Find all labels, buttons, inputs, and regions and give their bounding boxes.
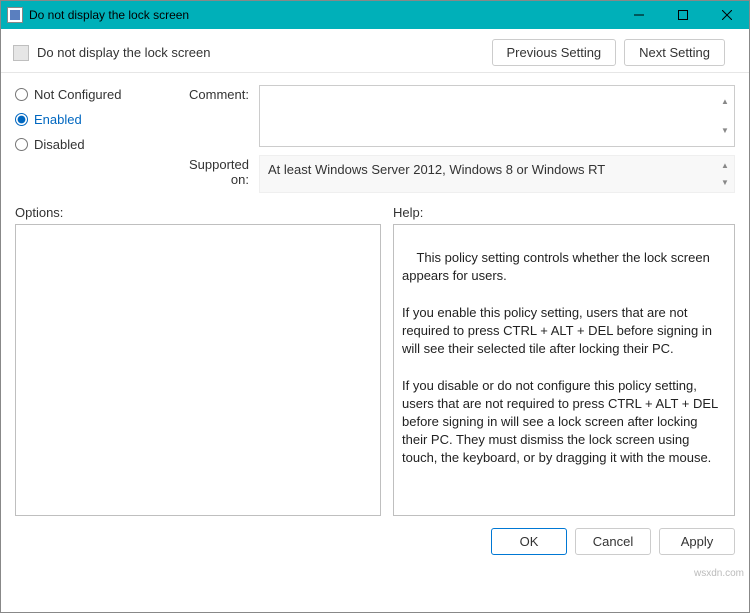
options-label: Options: <box>15 205 393 220</box>
help-text: This policy setting controls whether the… <box>402 250 721 465</box>
radio-label: Enabled <box>34 112 82 127</box>
radio-enabled[interactable]: Enabled <box>15 112 155 127</box>
radio-label: Not Configured <box>34 87 121 102</box>
radio-enabled-input[interactable] <box>15 113 28 126</box>
policy-icon <box>13 45 29 61</box>
close-button[interactable] <box>705 1 749 29</box>
options-pane[interactable] <box>15 224 381 516</box>
chevron-down-icon: ▼ <box>717 174 733 191</box>
comment-textarea[interactable]: ▲▼ <box>259 85 735 147</box>
radio-disabled[interactable]: Disabled <box>15 137 155 152</box>
chevron-up-icon: ▲ <box>717 87 733 116</box>
chevron-up-icon: ▲ <box>717 157 733 174</box>
radio-not-configured[interactable]: Not Configured <box>15 87 155 102</box>
help-label: Help: <box>393 205 735 220</box>
window-title: Do not display the lock screen <box>29 8 617 22</box>
previous-setting-button[interactable]: Previous Setting <box>492 39 617 66</box>
cancel-button[interactable]: Cancel <box>575 528 651 555</box>
supported-on-label: Supported on: <box>169 155 249 187</box>
radio-disabled-input[interactable] <box>15 138 28 151</box>
radio-label: Disabled <box>34 137 85 152</box>
app-icon <box>7 7 23 23</box>
watermark: wsxdn.com <box>694 568 744 579</box>
window-controls <box>617 1 749 29</box>
supported-on-value: At least Windows Server 2012, Windows 8 … <box>268 162 605 177</box>
comment-scroll[interactable]: ▲▼ <box>717 87 733 145</box>
supported-scroll[interactable]: ▲▼ <box>717 157 733 191</box>
titlebar: Do not display the lock screen <box>1 1 749 29</box>
next-setting-button[interactable]: Next Setting <box>624 39 725 66</box>
supported-on-value-box: At least Windows Server 2012, Windows 8 … <box>259 155 735 193</box>
chevron-down-icon: ▼ <box>717 116 733 145</box>
comment-label: Comment: <box>169 85 249 102</box>
ok-button[interactable]: OK <box>491 528 567 555</box>
help-pane[interactable]: This policy setting controls whether the… <box>393 224 735 516</box>
radio-not-configured-input[interactable] <box>15 88 28 101</box>
maximize-button[interactable] <box>661 1 705 29</box>
minimize-button[interactable] <box>617 1 661 29</box>
dialog-header: Do not display the lock screen Previous … <box>1 29 749 73</box>
state-radio-group: Not Configured Enabled Disabled <box>15 85 155 193</box>
dialog-footer: OK Cancel Apply <box>1 516 749 567</box>
apply-button[interactable]: Apply <box>659 528 735 555</box>
policy-title: Do not display the lock screen <box>37 45 492 60</box>
